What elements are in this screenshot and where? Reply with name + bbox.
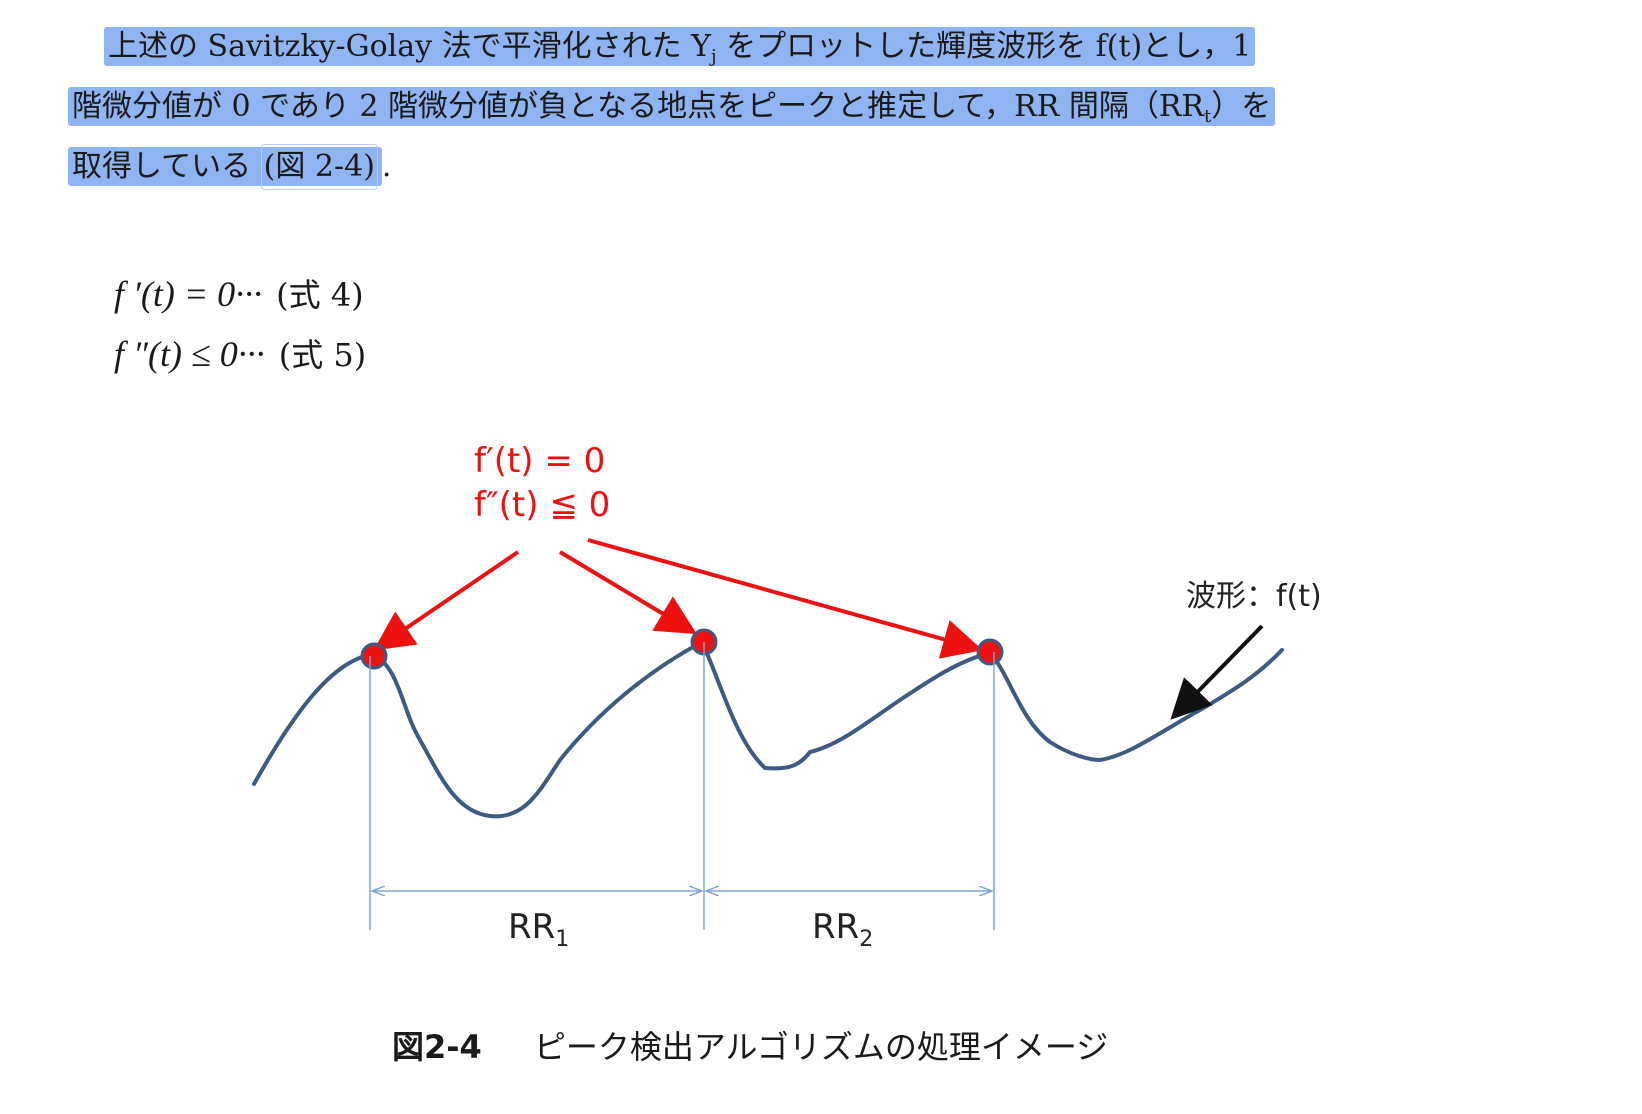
selected-text[interactable]: 階微分値が 0 であり 2 階微分値が負となる地点をピークと推定して，RR 間隔…	[68, 87, 1276, 127]
paragraph-text: 取得している	[72, 149, 252, 184]
condition-first-derivative: f′(t) = 0	[474, 441, 605, 481]
selected-text[interactable]: 上述の Savitzky-Golay 法で平滑化された Yj をプロットした輝度…	[104, 27, 1256, 67]
equation-5-tag: (式 5)	[278, 336, 367, 374]
figure-title: ピーク検出アルゴリズムの処理イメージ	[533, 1028, 1109, 1066]
figure-number: 図2-4	[392, 1028, 482, 1066]
waveform-label: 波形：f(t)	[1186, 579, 1322, 614]
equation-5: f ″(t) ≤ 0··· (式 5)	[114, 330, 366, 376]
paragraph-text: 上述の Savitzky-Golay 法で平滑化された Y	[108, 29, 711, 64]
equation-4-tag: (式 4)	[276, 276, 364, 314]
paragraph-text: ）を	[1211, 89, 1272, 124]
paragraph-line-2: 階微分値が 0 であり 2 階微分値が負となる地点をピークと推定して，RR 間隔…	[68, 82, 1548, 142]
figure-reference-link[interactable]: (図 2-4)	[260, 144, 378, 190]
paragraph-text: 階微分値が 0 であり 2 階微分値が負となる地点をピークと推定して，RR 間隔…	[72, 89, 1205, 124]
sentence-period: .	[381, 149, 392, 184]
arrow-to-peak-3	[587, 538, 983, 659]
rr1-label: RR1	[508, 907, 569, 952]
waveform-curve	[252, 639, 1284, 819]
equation-4-formula: f ′(t) = 0···	[114, 274, 263, 314]
paragraph-line-3: 取得している (図 2-4).	[68, 142, 1548, 202]
peak-marker-1	[360, 642, 388, 670]
rr2-label: RR2	[812, 907, 873, 952]
body-paragraph: 上述の Savitzky-Golay 法で平滑化された Yj をプロットした輝度…	[68, 22, 1548, 202]
figure-caption: 図2-4 ピーク検出アルゴリズムの処理イメージ	[392, 1022, 1108, 1068]
paragraph-text: をプロットした輝度波形を f(t)とし，1	[716, 29, 1252, 64]
condition-second-derivative: f″(t) ≦ 0	[474, 485, 610, 525]
arrow-to-peak-1	[373, 550, 520, 651]
equation-5-formula: f ″(t) ≤ 0···	[114, 334, 265, 374]
paragraph-line-1: 上述の Savitzky-Golay 法で平滑化された Yj をプロットした輝度…	[68, 22, 1548, 82]
selected-text[interactable]: 取得している (図 2-4)	[68, 144, 382, 190]
equation-4: f ′(t) = 0··· (式 4)	[114, 270, 364, 316]
peak-marker-3	[976, 638, 1004, 666]
peak-detection-figure: f′(t) = 0 f″(t) ≦ 0 波形：f(t) RR1 RR2	[252, 441, 1322, 952]
